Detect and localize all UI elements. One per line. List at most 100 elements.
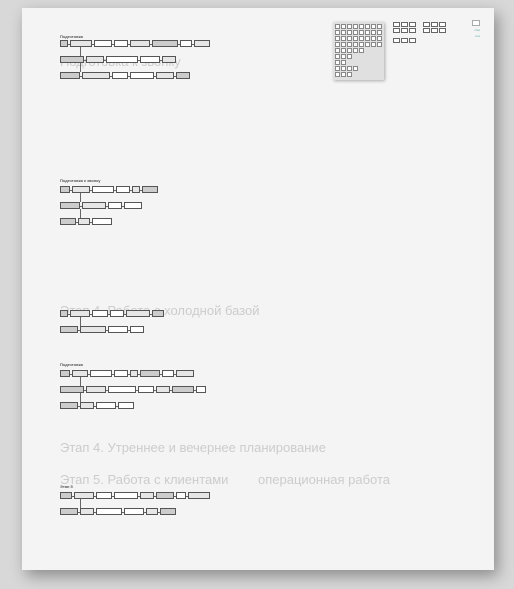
- palette-shape[interactable]: [371, 24, 376, 29]
- palette-shape[interactable]: [335, 30, 340, 35]
- flow-block[interactable]: [94, 40, 112, 47]
- flow-block[interactable]: [112, 72, 128, 79]
- flow-block[interactable]: [92, 310, 108, 317]
- flow-block[interactable]: [116, 186, 130, 193]
- palette-shape[interactable]: [341, 24, 346, 29]
- flow-block[interactable]: [152, 40, 178, 47]
- shape-cell[interactable]: [423, 28, 430, 33]
- palette-shape[interactable]: [347, 30, 352, 35]
- flow-block[interactable]: [142, 186, 158, 193]
- flow-block[interactable]: [140, 56, 160, 63]
- shape-cell[interactable]: [409, 28, 416, 33]
- flow-block[interactable]: [108, 386, 136, 393]
- shape-cell[interactable]: [409, 38, 416, 43]
- palette-shape[interactable]: [359, 36, 364, 41]
- flow-block[interactable]: [92, 218, 112, 225]
- shape-cell[interactable]: [393, 28, 400, 33]
- flow-block[interactable]: [118, 402, 134, 409]
- flow-block[interactable]: [82, 72, 110, 79]
- palette-shape[interactable]: [341, 36, 346, 41]
- palette-shape[interactable]: [341, 66, 346, 71]
- palette-shape[interactable]: [335, 54, 340, 59]
- palette-shape[interactable]: [347, 24, 352, 29]
- flow-block[interactable]: [60, 386, 84, 393]
- flow-block[interactable]: [160, 508, 176, 515]
- flow-block[interactable]: [60, 202, 80, 209]
- shape-cell[interactable]: [439, 22, 446, 27]
- palette-shape[interactable]: [353, 30, 358, 35]
- flow-block[interactable]: [72, 370, 88, 377]
- flow-block[interactable]: [60, 186, 70, 193]
- shape-cell[interactable]: [401, 28, 408, 33]
- flow-block[interactable]: [132, 186, 140, 193]
- palette-shape[interactable]: [347, 54, 352, 59]
- flow-block[interactable]: [176, 492, 186, 499]
- palette-shape[interactable]: [341, 30, 346, 35]
- palette-shape[interactable]: [359, 48, 364, 53]
- flow-block[interactable]: [156, 386, 170, 393]
- palette-shape[interactable]: [353, 24, 358, 29]
- shape-palette-popup[interactable]: [333, 22, 384, 80]
- shape-cell[interactable]: [401, 22, 408, 27]
- flow-block[interactable]: [96, 402, 116, 409]
- palette-shape[interactable]: [335, 72, 340, 77]
- chat-label[interactable]: chat: [474, 28, 480, 32]
- palette-shape[interactable]: [377, 42, 382, 47]
- flow-block[interactable]: [180, 40, 192, 47]
- flow-block[interactable]: [60, 56, 84, 63]
- flow-block[interactable]: [74, 492, 94, 499]
- flow-block[interactable]: [96, 508, 122, 515]
- flow-block[interactable]: [60, 508, 78, 515]
- flow-block[interactable]: [60, 492, 72, 499]
- palette-shape[interactable]: [365, 36, 370, 41]
- flow-block[interactable]: [106, 56, 138, 63]
- flow-block[interactable]: [96, 492, 112, 499]
- shape-cell[interactable]: [393, 38, 400, 43]
- flow-block[interactable]: [124, 508, 144, 515]
- flow-block[interactable]: [60, 40, 68, 47]
- flow-block[interactable]: [130, 326, 144, 333]
- flow-block[interactable]: [152, 310, 164, 317]
- flow-block[interactable]: [176, 370, 194, 377]
- palette-shape[interactable]: [365, 30, 370, 35]
- flow-block[interactable]: [138, 386, 154, 393]
- flow-block[interactable]: [114, 492, 138, 499]
- flow-block[interactable]: [140, 370, 160, 377]
- palette-shape[interactable]: [353, 42, 358, 47]
- flow-block[interactable]: [80, 326, 106, 333]
- flow-block[interactable]: [130, 370, 138, 377]
- flow-block[interactable]: [194, 40, 210, 47]
- flow-block[interactable]: [80, 508, 94, 515]
- flow-block[interactable]: [162, 56, 176, 63]
- palette-shape[interactable]: [335, 60, 340, 65]
- flow-block[interactable]: [60, 326, 78, 333]
- palette-shape[interactable]: [365, 24, 370, 29]
- flow-block[interactable]: [108, 202, 122, 209]
- palette-shape[interactable]: [359, 24, 364, 29]
- palette-shape[interactable]: [347, 48, 352, 53]
- flow-block[interactable]: [124, 202, 142, 209]
- palette-shape[interactable]: [335, 66, 340, 71]
- shape-cell[interactable]: [439, 28, 446, 33]
- flow-block[interactable]: [92, 186, 114, 193]
- flow-block[interactable]: [126, 310, 150, 317]
- flow-block[interactable]: [78, 218, 90, 225]
- flow-block[interactable]: [60, 370, 70, 377]
- palette-shape[interactable]: [371, 42, 376, 47]
- palette-shape[interactable]: [371, 30, 376, 35]
- flow-block[interactable]: [80, 402, 94, 409]
- palette-shape[interactable]: [353, 66, 358, 71]
- flow-block[interactable]: [156, 492, 174, 499]
- flow-block[interactable]: [86, 56, 104, 63]
- flow-block[interactable]: [60, 72, 80, 79]
- palette-shape[interactable]: [377, 30, 382, 35]
- flow-block[interactable]: [110, 310, 124, 317]
- palette-shape[interactable]: [341, 48, 346, 53]
- flow-block[interactable]: [196, 386, 206, 393]
- flow-block[interactable]: [70, 310, 90, 317]
- palette-shape[interactable]: [347, 42, 352, 47]
- shape-cell[interactable]: [409, 22, 416, 27]
- flow-block[interactable]: [114, 40, 128, 47]
- palette-shape[interactable]: [347, 66, 352, 71]
- flow-block[interactable]: [188, 492, 210, 499]
